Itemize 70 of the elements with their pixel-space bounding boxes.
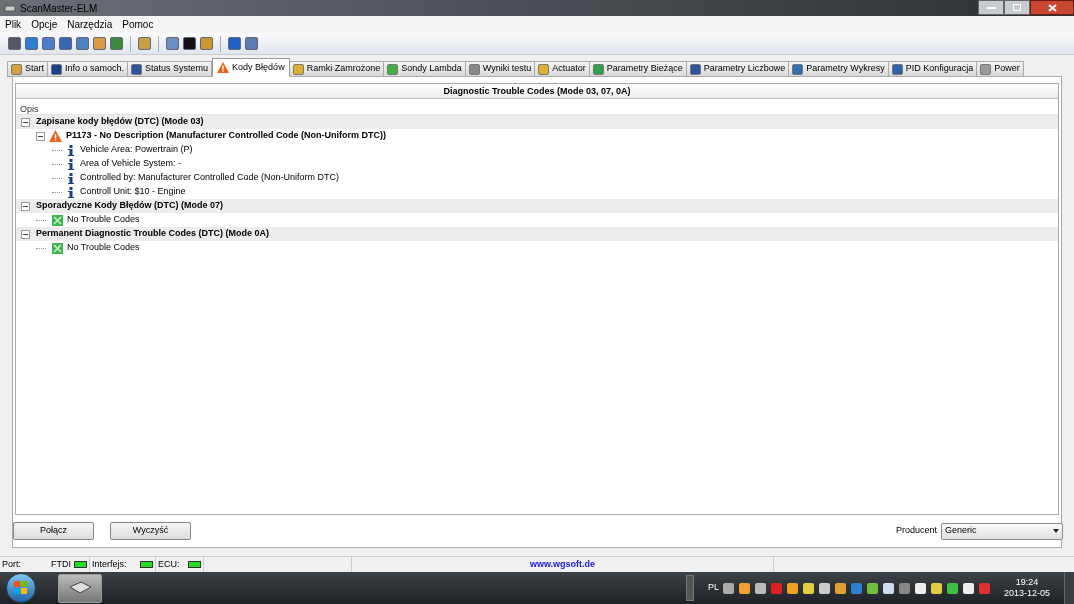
menu-item[interactable]: Plik xyxy=(4,17,23,32)
tree-item: No Trouble Codes xyxy=(67,213,140,227)
tab[interactable]: Kody Błędów xyxy=(212,58,290,77)
tray-icon[interactable] xyxy=(866,582,878,594)
tab[interactable]: Power xyxy=(976,61,1024,77)
collapse-icon[interactable] xyxy=(21,201,30,211)
flag-icon xyxy=(14,581,28,595)
tab[interactable]: Parametry Wykresy xyxy=(788,61,889,77)
check-grid-icon xyxy=(52,214,63,226)
tray-icon[interactable] xyxy=(930,582,942,594)
group-heading: Permanent Diagnostic Trouble Codes (DTC) (Mode 0A) xyxy=(36,227,270,241)
menu-item[interactable]: Pomoc xyxy=(121,17,155,32)
tray-icon[interactable] xyxy=(834,582,846,594)
clock-time: 19:24 xyxy=(1015,577,1039,588)
tab[interactable]: Wyniki testu xyxy=(464,61,536,77)
panel-title: Diagnostic Trouble Codes (Mode 03, 07, 0A) xyxy=(16,84,1058,99)
tree-item: No Trouble Codes xyxy=(67,241,140,255)
dropdown-arrow-icon xyxy=(1050,528,1062,534)
tray-icon[interactable] xyxy=(722,582,734,594)
tray-icon[interactable] xyxy=(946,582,958,594)
producer-dropdown[interactable]: Generic xyxy=(941,522,1063,540)
tray-icon[interactable] xyxy=(818,582,830,594)
button[interactable]: Wyczyść xyxy=(110,522,191,540)
tray-icon[interactable] xyxy=(882,582,894,594)
collapse-icon[interactable] xyxy=(36,131,45,141)
tray-icon[interactable] xyxy=(914,582,926,594)
tab[interactable]: PID Konfiguracja xyxy=(887,61,978,77)
tab[interactable]: Start xyxy=(7,61,48,77)
close-icon[interactable] xyxy=(1030,0,1074,15)
window-title: ScanMaster-ELM xyxy=(20,1,98,16)
tab[interactable]: Info o samoch. xyxy=(47,61,129,77)
collapse-icon[interactable] xyxy=(21,229,30,239)
minimize-icon[interactable] xyxy=(978,0,1004,15)
tray-icon[interactable] xyxy=(962,582,974,594)
tab[interactable]: Parametry Bieżące xyxy=(588,61,687,77)
menu-item[interactable]: Narzędzia xyxy=(66,17,114,32)
status-label: Interfejs: xyxy=(92,557,127,571)
tab[interactable]: Sondy Lambda xyxy=(383,61,466,77)
tray-icon[interactable] xyxy=(786,582,798,594)
language-indicator[interactable]: PL xyxy=(707,581,719,595)
tree-item: Controll Unit: $10 - Engine xyxy=(80,185,186,199)
tab[interactable]: Ramki Zamrożone xyxy=(288,61,385,77)
tray-icon[interactable] xyxy=(754,582,766,594)
warning-icon xyxy=(49,130,62,142)
collapse-icon[interactable] xyxy=(21,117,30,127)
check-grid-icon xyxy=(52,242,63,254)
button[interactable]: Połącz xyxy=(13,522,94,540)
tree-item: Vehicle Area: Powertrain (P) xyxy=(80,143,193,157)
status-label: Port: xyxy=(2,557,21,571)
status-label: ECU: xyxy=(158,557,180,571)
trouble-code: P1173 - No Description (Manufacturer Controlled Code (Non-Uniform DTC)) xyxy=(66,129,386,143)
menu-item[interactable]: Opcje xyxy=(30,17,59,32)
tab[interactable]: Parametry Liczbowe xyxy=(685,61,790,77)
maximize-icon[interactable] xyxy=(1004,0,1030,15)
start-button[interactable] xyxy=(6,573,36,603)
clock-date: 2013-12-05 xyxy=(1003,588,1050,599)
group-heading: Sporadyczne Kody Błędów (DTC) (Mode 07) xyxy=(36,199,223,213)
tray-scroll[interactable] xyxy=(685,575,694,601)
tab[interactable]: Status Systemu xyxy=(127,61,213,77)
status-value: FTDI xyxy=(51,557,71,571)
tray-icon[interactable] xyxy=(802,582,814,594)
warning-icon xyxy=(217,62,230,73)
producer-label: Producent xyxy=(895,524,937,538)
group-heading: Zapisane kody błędów (DTC) (Mode 03) xyxy=(36,115,204,129)
tree-item: Controlled by: Manufacturer Controlled Code (Non-Uniform DTC) xyxy=(80,171,340,185)
taskbar-app-button[interactable] xyxy=(58,573,102,603)
tray-icon[interactable] xyxy=(738,582,750,594)
website-link[interactable]: www.wgsoft.de xyxy=(529,557,596,572)
tab[interactable]: Actuator xyxy=(534,61,590,77)
tree-item: Area of Vehicle System: - xyxy=(80,157,182,171)
